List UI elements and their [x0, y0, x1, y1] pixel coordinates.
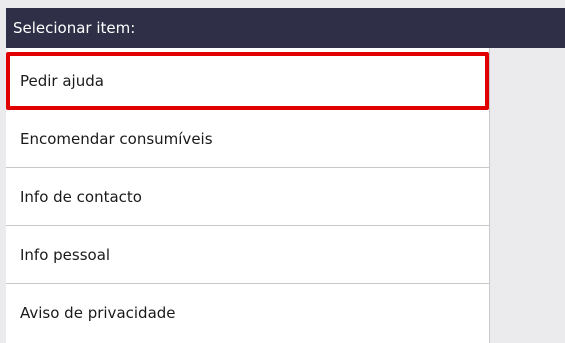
menu-item-pedir-ajuda[interactable]: Pedir ajuda: [6, 52, 489, 110]
menu-item-info-pessoal[interactable]: Info pessoal: [6, 226, 489, 284]
menu-item-encomendar-consumiveis[interactable]: Encomendar consumíveis: [6, 110, 489, 168]
side-panel: [490, 48, 565, 343]
screen: Selecionar item: Pedir ajuda Encomendar …: [0, 0, 565, 343]
menu-item-label: Pedir ajuda: [20, 72, 104, 90]
menu-item-aviso-de-privacidade[interactable]: Aviso de privacidade: [6, 284, 489, 342]
menu-item-label: Aviso de privacidade: [20, 304, 176, 322]
menu-list: Pedir ajuda Encomendar consumíveis Info …: [6, 48, 490, 343]
menu-item-label: Info de contacto: [20, 188, 142, 206]
header-bar: Selecionar item:: [6, 8, 565, 48]
menu-item-info-de-contacto[interactable]: Info de contacto: [6, 168, 489, 226]
menu-item-label: Encomendar consumíveis: [20, 130, 213, 148]
menu-item-label: Info pessoal: [20, 246, 111, 264]
header-title: Selecionar item:: [13, 19, 136, 37]
